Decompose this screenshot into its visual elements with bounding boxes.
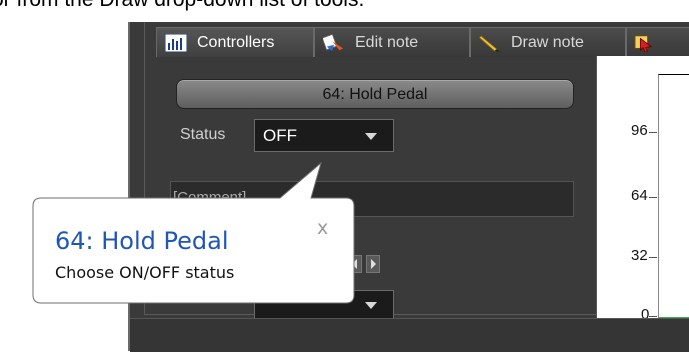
tooltip: 64: Hold Pedal Choose ON/OFF status x bbox=[33, 197, 354, 303]
tooltip-title: 64: Hold Pedal bbox=[55, 227, 229, 255]
tooltip-description: Choose ON/OFF status bbox=[55, 263, 235, 282]
close-icon[interactable]: x bbox=[317, 217, 328, 239]
